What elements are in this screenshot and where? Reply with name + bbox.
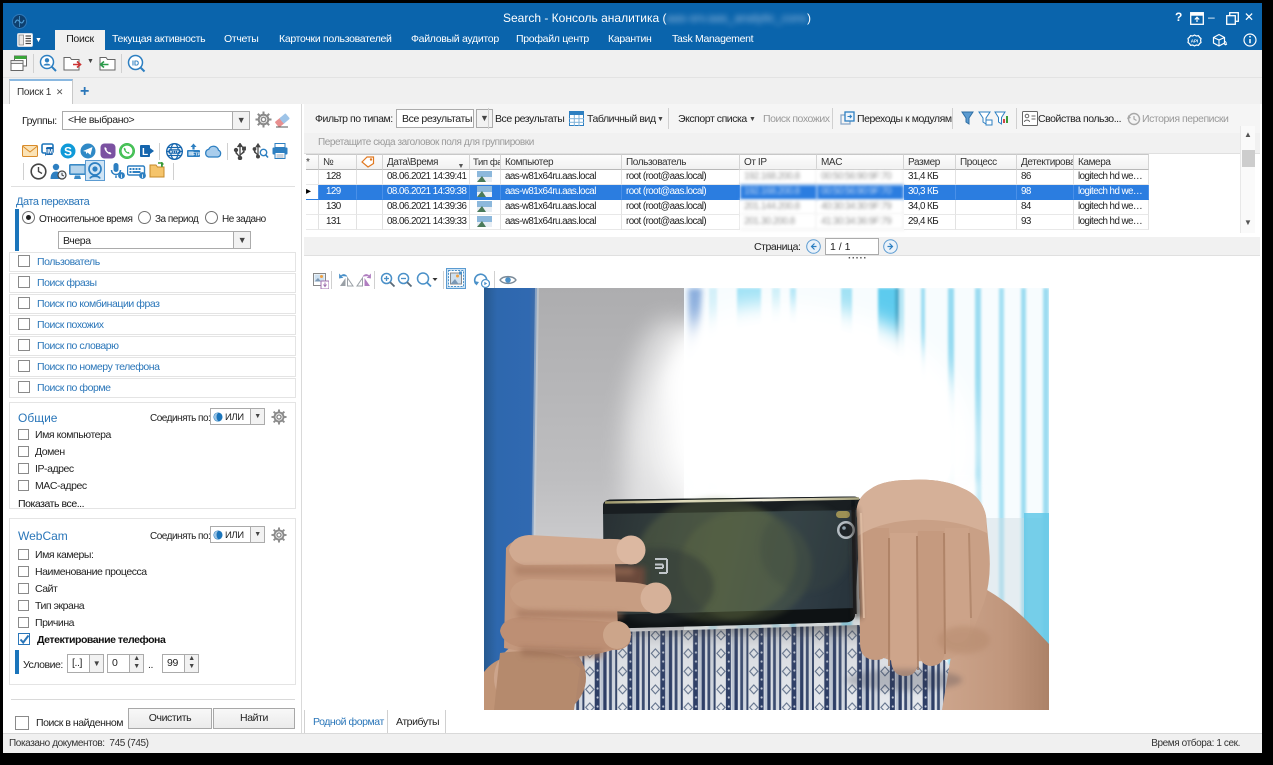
svg-text:HTTP: HTTP xyxy=(170,150,180,154)
svg-text:L: L xyxy=(142,147,148,158)
svg-text:API: API xyxy=(1191,38,1199,43)
svg-text:S: S xyxy=(64,145,72,159)
svg-text:IM: IM xyxy=(46,150,53,156)
svg-text:FTP: FTP xyxy=(193,152,201,157)
svg-text:ID: ID xyxy=(132,61,139,68)
